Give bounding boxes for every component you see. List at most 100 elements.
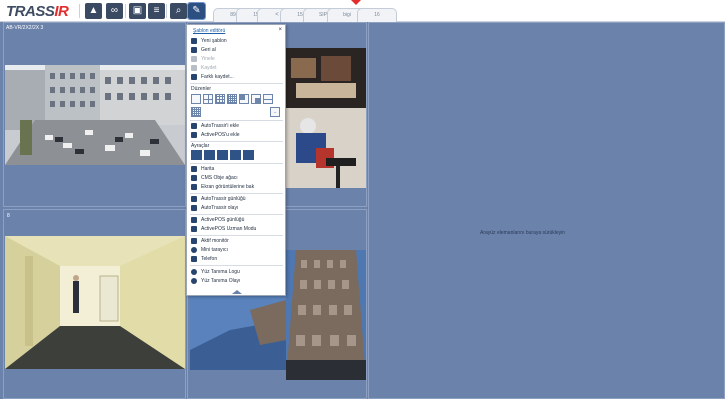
menu-divider <box>190 235 283 236</box>
menu-item-label: Yüz Tanıma Logu <box>201 269 240 275</box>
menu-divider <box>190 214 283 215</box>
layout-2x2-icon[interactable] <box>203 94 213 104</box>
menu-item-save-as[interactable]: Farklı kaydet... <box>191 73 234 81</box>
empty-pane-drop-zone[interactable] <box>368 22 725 399</box>
redo-icon <box>191 55 197 62</box>
splitters-section-label: Ayraçlar <box>191 143 210 149</box>
menu-item-label: Yinele <box>201 56 215 62</box>
tab-16[interactable]: 16 <box>357 8 397 22</box>
menu-item-add-autotrassir[interactable]: AutoTrassir'i ekle <box>191 122 239 130</box>
splitter-vertical-icon[interactable] <box>191 150 202 160</box>
tree-icon <box>191 174 197 181</box>
menu-item-add-activepos[interactable]: ActivePOS'u ekle <box>191 131 239 139</box>
layout-4x4-icon[interactable] <box>227 94 237 104</box>
menu-item-redo[interactable]: Yinele <box>191 55 215 63</box>
bell-button[interactable]: ▲ <box>85 3 102 19</box>
plus-icon <box>191 131 197 138</box>
camera-pane-bottom-left[interactable]: 8 <box>3 209 186 399</box>
camera-image-sky <box>190 290 286 370</box>
menu-divider <box>190 193 283 194</box>
menu-item-label: ActivePOS Uzman Modu <box>201 226 257 232</box>
top-toolbar: TRASSIR ▲ ∞ ▣ ≡ ⌕ ✎ 89 15 < 15 SIP bigi … <box>0 0 725 22</box>
menu-item-label: Ekran görüntülerine bak <box>201 184 255 190</box>
menu-item-label: Aktif monitör <box>201 238 229 244</box>
phone-icon <box>191 255 197 262</box>
save-icon <box>191 64 197 71</box>
template-editor-menu: Şablon editörü × Yeni şablon Geri al Yin… <box>186 24 286 296</box>
menu-item-label: ActivePOS'u ekle <box>201 132 240 138</box>
layout-grid-icon[interactable] <box>191 107 201 117</box>
camera-image-building-up <box>286 250 366 380</box>
camera-name-label: AB-VR/2X2/2X 3 <box>6 25 44 31</box>
camera-image-corridor <box>5 236 185 369</box>
menu-item-face-event[interactable]: Yüz Tanıma Olayı <box>191 277 240 285</box>
trassir-logo: TRASSIR <box>6 3 69 20</box>
menu-item-phone[interactable]: Telefon <box>191 255 217 263</box>
layout-1-plus-5-icon[interactable] <box>239 94 249 104</box>
menu-item-label: Kaydet <box>201 65 217 71</box>
screenshot-icon <box>191 183 197 190</box>
menu-item-active-monitor[interactable]: Aktif monitör <box>191 237 229 245</box>
menu-item-label: Yeni şablon <box>201 38 227 44</box>
loop-button[interactable]: ∞ <box>106 3 123 19</box>
menu-item-screenshots[interactable]: Ekran görüntülerine bak <box>191 183 254 191</box>
logo-text: TRASS <box>6 3 55 20</box>
menu-item-label: Mini tarayıcı <box>201 247 228 253</box>
pos-icon <box>191 216 197 223</box>
menu-item-autotrassir-log[interactable]: AutoTrassir günlüğü <box>191 195 246 203</box>
car-icon <box>191 195 197 202</box>
splitter-bottom-icon[interactable] <box>230 150 241 160</box>
close-icon[interactable]: × <box>278 27 282 33</box>
menu-item-label: Farklı kaydet... <box>201 74 234 80</box>
scroll-down-arrow-icon[interactable] <box>232 290 242 294</box>
menu-divider <box>190 141 283 142</box>
toolbar-divider <box>79 4 80 18</box>
save-as-icon <box>191 73 197 80</box>
layout-2x1-icon[interactable] <box>263 94 273 104</box>
menu-item-mini-browser[interactable]: Mini tarayıcı <box>191 246 228 254</box>
toolbar-divider <box>166 4 167 18</box>
template-editor-button[interactable]: ✎ <box>187 2 206 20</box>
menu-divider <box>190 265 283 266</box>
face-icon <box>191 268 197 275</box>
menu-divider <box>190 163 283 164</box>
menu-item-undo[interactable]: Geri al <box>191 46 216 54</box>
menu-item-label: Yüz Tanıma Olayı <box>201 278 241 284</box>
chat-button[interactable]: ▣ <box>129 3 146 19</box>
main-view-area: AB-VR/2X2/2X 3 R <box>0 22 725 399</box>
toolbar-divider <box>125 4 126 18</box>
layout-3x3-icon[interactable] <box>215 94 225 104</box>
drop-hint-text: Arayüz elemanlarını buraya sürükleyin <box>480 230 566 236</box>
menu-item-label: Telefon <box>201 256 218 262</box>
menu-item-activepos-log[interactable]: ActivePOS günlüğü <box>191 216 244 224</box>
menu-item-label: Harita <box>201 166 215 172</box>
menu-item-save[interactable]: Kaydet <box>191 64 217 72</box>
layout-more-icon[interactable]: ↔ <box>270 107 280 117</box>
menu-item-map[interactable]: Harita <box>191 165 214 173</box>
search-button[interactable]: ⌕ <box>170 3 187 19</box>
new-template-icon <box>191 37 197 44</box>
active-tab-marker <box>351 0 361 5</box>
menu-title[interactable]: Şablon editörü <box>193 28 225 34</box>
camera-image-shop <box>286 48 366 188</box>
menu-item-label: AutoTrassir olayı <box>201 205 239 211</box>
menu-item-autotrassir-event[interactable]: AutoTrassir olayı <box>191 204 238 212</box>
menu-item-cms-tree[interactable]: CMS Obje ağacı <box>191 174 238 182</box>
menu-item-label: ActivePOS günlüğü <box>201 217 245 223</box>
menu-item-label: AutoTrassir günlüğü <box>201 196 246 202</box>
layout-1-plus-7-icon[interactable] <box>251 94 261 104</box>
splitter-cross-icon[interactable] <box>243 150 254 160</box>
map-icon <box>191 165 197 172</box>
panel-button[interactable]: ≡ <box>148 3 165 19</box>
splitter-top-icon[interactable] <box>217 150 228 160</box>
menu-item-new-template[interactable]: Yeni şablon <box>191 37 227 45</box>
menu-divider <box>190 83 283 84</box>
menu-item-label: AutoTrassir'i ekle <box>201 123 240 129</box>
menu-item-label: Geri al <box>201 47 216 53</box>
camera-pane-top-left[interactable]: AB-VR/2X2/2X 3 <box>3 22 186 207</box>
face-icon <box>191 277 197 284</box>
menu-item-face-log[interactable]: Yüz Tanıma Logu <box>191 268 240 276</box>
menu-item-activepos-expert[interactable]: ActivePOS Uzman Modu <box>191 225 256 233</box>
splitter-horizontal-icon[interactable] <box>204 150 215 160</box>
layout-1x1-icon[interactable] <box>191 94 201 104</box>
